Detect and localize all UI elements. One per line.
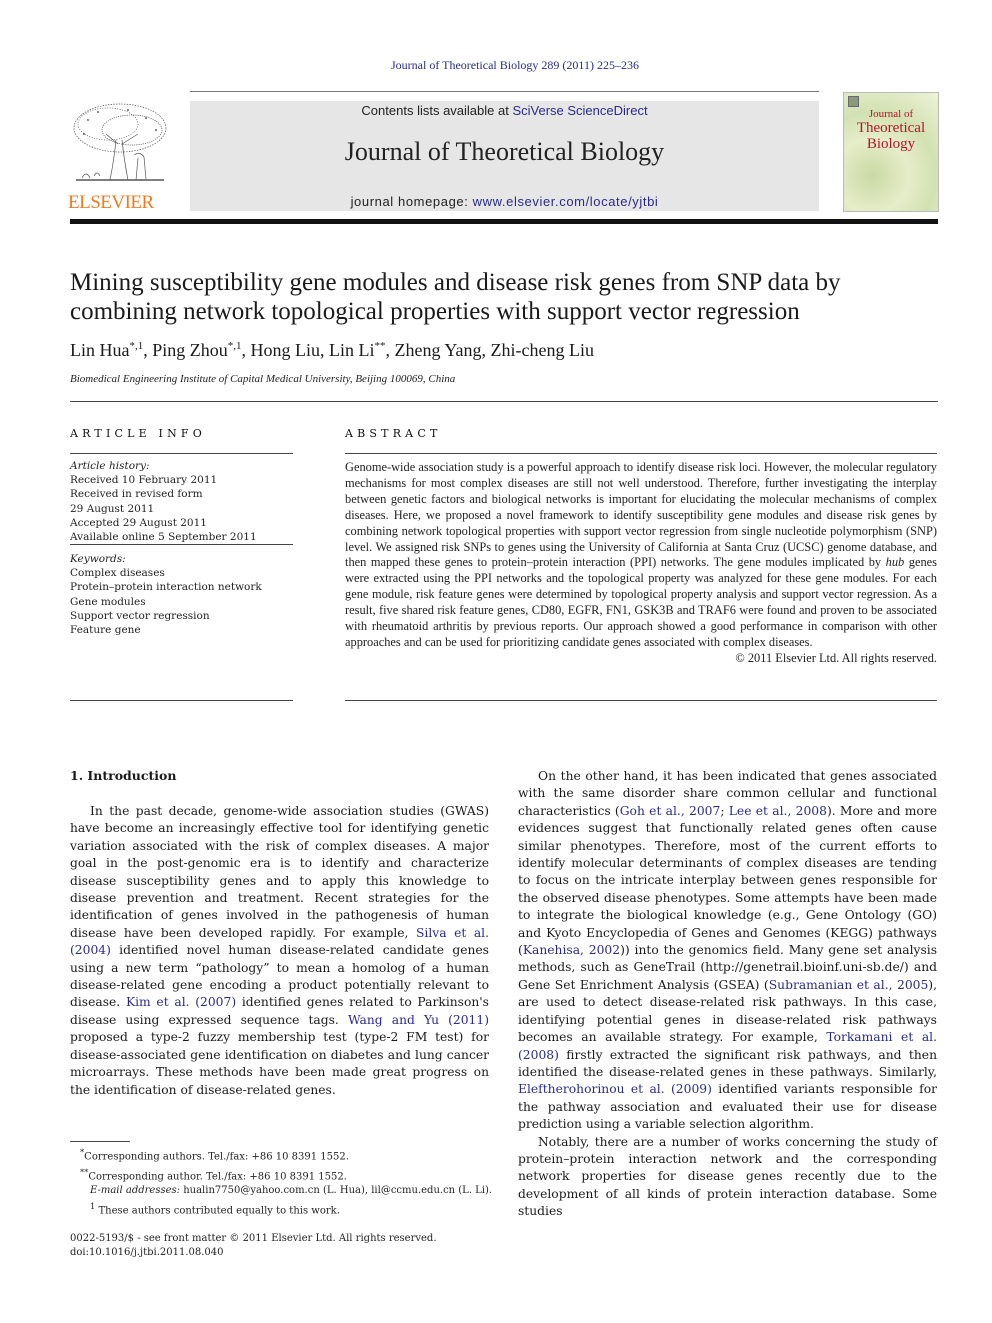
keywords: Keywords: Complex diseases Protein–prote… [70,552,295,637]
journal-banner: Contents lists available at SciVerse Sci… [190,101,819,211]
author-name: Hong Liu [250,340,321,360]
footnotes: *Corresponding authors. Tel./fax: +86 10… [70,1145,510,1261]
author-name: Ping Zhou [152,340,228,360]
abstract-copyright: © 2011 Elsevier Ltd. All rights reserved… [735,650,937,665]
article-info-rule [70,453,293,454]
author-name: Lin Li [329,340,375,360]
intro-paragraph: On the other hand, it has been indicated… [518,768,937,1134]
affiliation: Biomedical Engineering Institute of Capi… [70,373,456,385]
article-info-heading: ARTICLE INFO [70,427,206,440]
citation-link[interactable]: Goh et al., 2007 [620,804,721,818]
footnote-corresponding-2: **Corresponding author. Tel./fax: +86 10… [70,1165,510,1185]
article-history-label: Article history: [70,460,150,472]
citation-link[interactable]: Wang and Yu (2011) [348,1013,489,1027]
body-text: ). More and more evidences suggest that … [518,803,937,958]
cover-line-3: Biology [866,136,916,152]
cover-line-1: Journal of [868,108,914,120]
footnote-text: Corresponding authors. Tel./fax: +86 10 … [84,1151,349,1163]
cover-line-2: Theoretical [856,120,926,136]
intro-paragraph: Notably, there are a number of works con… [518,1134,937,1221]
citation-link[interactable]: Lee et al., 2008 [729,804,827,818]
elsevier-wordmark: ELSEVIER [68,192,154,213]
article-info-bottom-rule [70,700,293,701]
doi-line[interactable]: doi:10.1016/j.jtbi.2011.08.040 [70,1246,510,1260]
journal-homepage: journal homepage: www.elsevier.com/locat… [190,194,819,209]
author-footnote-mark[interactable]: ** [375,340,386,352]
author-list: Lin Hua*,1, Ping Zhou*,1, Hong Liu, Lin … [70,340,594,360]
keyword-item: Protein–protein interaction network [70,581,262,594]
author-footnote-mark[interactable]: *,1 [228,340,242,352]
abstract-text-2: genes were extracted using the PPI netwo… [345,555,938,649]
author-footnote-mark[interactable]: *,1 [129,340,143,352]
journal-citation[interactable]: Journal of Theoretical Biology 289 (2011… [0,58,992,73]
keywords-label: Keywords: [70,553,126,565]
article-title: Mining susceptibility gene modules and d… [70,268,950,326]
contents-availability: Contents lists available at SciVerse Sci… [190,103,819,118]
title-line-2: combining network topological properties… [70,298,800,325]
abstract-body: Genome-wide association study is a power… [345,460,937,667]
affiliation-rule [70,401,938,402]
header-thick-rule [70,219,938,224]
abstract-rule [345,453,937,454]
author-name: Zheng Yang [394,340,482,360]
email-label: E-mail addresses: [90,1185,181,1197]
footnote-text: Corresponding author. Tel./fax: +86 10 8… [88,1170,347,1182]
history-item: Available online 5 September 2011 [70,531,257,544]
body-text: proposed a type-2 fuzzy membership test … [70,1030,489,1097]
footnote-equal-contribution: 1 These authors contributed equally to t… [70,1199,510,1219]
citation-link[interactable]: Kanehisa, 2002 [523,943,620,957]
journal-title: Journal of Theoretical Biology [344,137,665,166]
author-name: Zhi-cheng Liu [490,340,594,360]
footnote-emails: E-mail addresses: hualin7750@yahoo.com.c… [70,1184,510,1198]
citation-link[interactable]: Kim et al. (2007) [126,995,236,1009]
body-text: In the past decade, genome-wide associat… [70,804,489,940]
history-item: Received 10 February 2011 [70,474,218,487]
footnote-mark: 1 [90,1200,96,1211]
author-name: Lin Hua [70,340,130,360]
abstract-heading: ABSTRACT [345,427,442,440]
section-heading-introduction: 1. Introduction [70,768,177,783]
history-rule [70,544,293,545]
intro-right-column: On the other hand, it has been indicated… [518,768,937,1221]
tree-icon [68,100,172,186]
footnote-corresponding-1: *Corresponding authors. Tel./fax: +86 10… [70,1145,510,1165]
abstract-text-1: Genome-wide association study is a power… [345,460,937,570]
header-rule [190,91,819,92]
keyword-item: Gene modules [70,595,146,608]
article-history: Article history: Received 10 February 20… [70,459,295,544]
keyword-item: Complex diseases [70,567,165,580]
keyword-item: Feature gene [70,624,141,637]
intro-left-column: In the past decade, genome-wide associat… [70,803,489,1099]
body-text: Notably, there are a number of works con… [518,1134,937,1219]
intro-paragraph: In the past decade, genome-wide associat… [70,803,489,1099]
abstract-italic-term: hub [885,555,905,570]
title-line-1: Mining susceptibility gene modules and d… [70,269,841,296]
email-addresses[interactable]: hualin7750@yahoo.com.cn (L. Hua), lil@cc… [183,1185,492,1196]
homepage-link[interactable]: www.elsevier.com/locate/yjtbi [473,194,659,209]
footnote-text: These authors contributed equally to thi… [98,1204,340,1216]
footnote-rule [70,1141,130,1142]
elsevier-logo[interactable]: ELSEVIER [68,100,172,213]
homepage-prefix: journal homepage: [350,194,473,209]
body-text: ; [720,803,729,818]
issn-line: 0022-5193/$ - see front matter © 2011 El… [70,1233,437,1245]
history-item: Received in revised form [70,488,203,501]
journal-cover[interactable]: Journal of Theoretical Biology [843,92,939,212]
body-text: firstly extracted the significant risk p… [518,1047,937,1079]
sciencedirect-link[interactable]: SciVerse ScienceDirect [512,103,647,118]
cover-logo-icon [848,96,859,107]
abstract-bottom-rule [345,700,937,701]
keyword-item: Support vector regression [70,609,210,622]
citation-link[interactable]: Eleftherohorinou et al. (2009) [518,1082,712,1096]
history-item: Accepted 29 August 2011 [70,516,207,529]
history-item: 29 August 2011 [70,502,155,515]
contents-prefix: Contents lists available at [361,103,513,118]
citation-link[interactable]: Subramanian et al., 2005 [769,978,929,992]
